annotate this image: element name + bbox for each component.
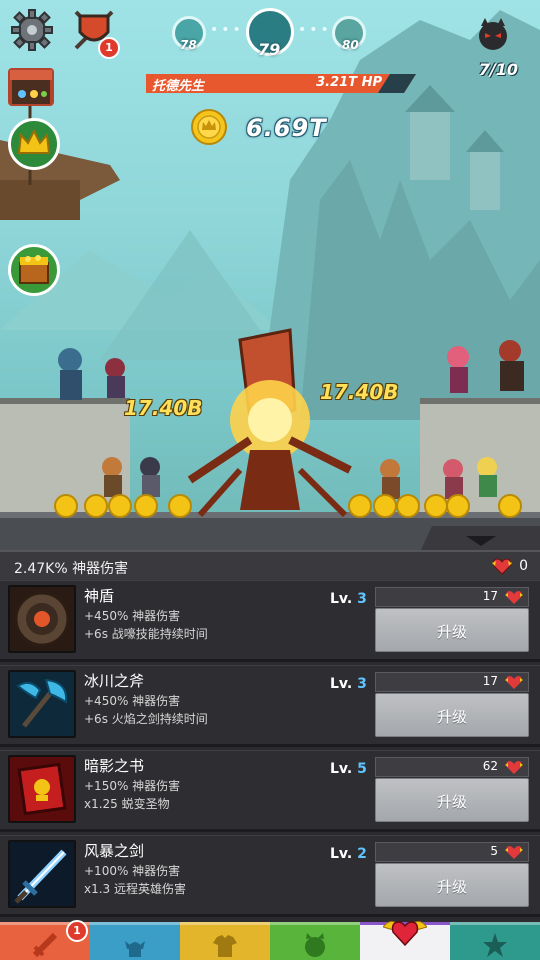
axe-icon (16, 678, 68, 728)
artifact-row-shadow-book: 暗影之书 +150% 神器伤害 x1.25 蜕变圣物 Lv. 5 62 升级 (0, 750, 540, 832)
level-label: Lv. (330, 846, 353, 862)
artifact-level: Lv. 3 (330, 591, 367, 607)
upgrade-button-label: 升级 (436, 878, 467, 896)
artifact-row-storm-sword: 风暴之剑 +100% 神器伤害 x1.3 远程英雄伤害 Lv. 2 5 升级 (0, 835, 540, 917)
devil-icon[interactable] (476, 18, 510, 52)
relic-icon (505, 846, 523, 859)
artifact-bonus-1: +450% 神器伤害 (84, 609, 181, 623)
sword-icon (14, 849, 67, 904)
upgrade-button-label: 升级 (436, 708, 467, 726)
tab-pets[interactable] (270, 922, 360, 960)
shop-button[interactable] (8, 68, 54, 106)
aegis-thumbnail (8, 585, 76, 653)
tab-artifacts[interactable] (360, 921, 450, 960)
gear-icon[interactable] (10, 8, 54, 52)
pet-icon (305, 933, 325, 957)
artifact-bonus-1: +100% 神器伤害 (84, 864, 181, 878)
stage-dots-left: ••• (210, 22, 244, 38)
damage-popup-right: 17.40B (320, 380, 399, 404)
level-label: Lv. (330, 761, 353, 777)
artifact-bonus-2: +6s 战嚎技能持续时间 (84, 627, 208, 641)
tab-notification-badge: 1 (66, 920, 88, 942)
artifact-name: 暗影之书 (84, 757, 145, 775)
crown-icon (17, 128, 51, 154)
wave-counter: 7/10 (478, 60, 518, 79)
panel-collapse-tab[interactable] (420, 526, 540, 552)
shop-icon (10, 70, 52, 104)
upgrade-cost: 17 (375, 587, 529, 607)
upgrade-cost: 5 (375, 842, 529, 862)
stage-prev-number: 78 (180, 38, 197, 52)
level-label: Lv. (330, 591, 353, 607)
artifact-bonus-1: +450% 神器伤害 (84, 694, 181, 708)
chevron-down-icon (466, 536, 496, 546)
upgrade-button[interactable]: 升级 (375, 863, 529, 907)
artifact-damage-total: 2.47K% 神器伤害 (14, 561, 129, 577)
tab-heroes[interactable] (90, 922, 180, 960)
viking-helmet-icon (125, 941, 145, 957)
artifact-bonus-2: +6s 火焰之剑持续时间 (84, 712, 208, 726)
level-number: 3 (357, 591, 367, 607)
gold-amount: 6.69T (246, 114, 327, 142)
artifact-row-aegis: 神盾 +450% 神器伤害 +6s 战嚎技能持续时间 Lv. 3 17 升级 (0, 580, 540, 662)
upgrade-button-label: 升级 (436, 793, 467, 811)
relic-icon (505, 591, 523, 604)
level-label: Lv. (330, 676, 353, 692)
artifact-bonus-1: +150% 神器伤害 (84, 779, 181, 793)
relic-icon (505, 761, 523, 774)
artifacts-panel-header: 2.47K% 神器伤害 0 (0, 550, 540, 580)
crown-button[interactable] (8, 118, 60, 170)
upgrade-cost-value: 17 (482, 674, 498, 688)
level-number: 2 (357, 846, 367, 862)
stage-current-number: 79 (258, 40, 281, 59)
level-number: 5 (357, 761, 367, 777)
artifact-name: 风暴之剑 (84, 842, 145, 860)
artifact-bonus-2: x1.3 远程英雄伤害 (84, 882, 187, 896)
boss-hp-bar: 托德先生 3.21T HP (146, 74, 416, 94)
artifact-name: 神盾 (84, 587, 115, 605)
winged-heart-icon (383, 921, 427, 947)
aegis-shield-icon (14, 591, 70, 647)
relic-count: 0 (519, 558, 528, 574)
upgrade-button-label: 升级 (436, 623, 467, 641)
notification-badge: 1 (98, 37, 120, 59)
upgrade-cost-value: 62 (482, 759, 498, 773)
artifact-row-glacier-axe: 冰川之斧 +450% 神器伤害 +6s 火焰之剑持续时间 Lv. 3 17 升级 (0, 665, 540, 747)
upgrade-cost: 62 (375, 757, 529, 777)
star-icon (483, 933, 507, 957)
damage-popup-left: 17.40B (124, 396, 203, 420)
stage-dots-right: ••• (298, 22, 332, 38)
tab-equipment[interactable] (180, 922, 270, 960)
boss-name: 托德先生 (152, 79, 205, 94)
glacier-axe-thumbnail (8, 670, 76, 738)
artifact-level: Lv. 2 (330, 846, 367, 862)
upgrade-cost: 17 (375, 672, 529, 692)
upgrade-button[interactable]: 升级 (375, 608, 529, 652)
shadow-book-thumbnail (8, 755, 76, 823)
relic-icon (505, 676, 523, 689)
upgrade-button[interactable]: 升级 (375, 693, 529, 737)
right-hero-group (447, 340, 524, 393)
artifact-level: Lv. 5 (330, 761, 367, 777)
storm-sword-thumbnail (8, 840, 76, 908)
upgrade-button[interactable]: 升级 (375, 778, 529, 822)
artifact-level: Lv. 3 (330, 676, 367, 692)
treasure-chest-button[interactable] (8, 244, 60, 296)
artifact-name: 冰川之斧 (84, 672, 145, 690)
upgrade-cost-value: 5 (490, 844, 498, 858)
stage-next-number: 80 (342, 38, 359, 52)
gold-coins[interactable] (0, 492, 540, 522)
boss-hp-value: 3.21T HP (316, 75, 382, 90)
shirt-icon (213, 935, 237, 957)
level-number: 3 (357, 676, 367, 692)
sword-icon (32, 932, 58, 958)
artifact-bonus-2: x1.25 蜕变圣物 (84, 797, 170, 811)
book-icon (17, 762, 67, 816)
gold-coin-icon (191, 109, 227, 145)
relic-icon (492, 558, 512, 575)
upgrade-cost-value: 17 (482, 589, 498, 603)
treasure-chest-icon (19, 255, 49, 284)
tab-star[interactable] (450, 922, 540, 960)
